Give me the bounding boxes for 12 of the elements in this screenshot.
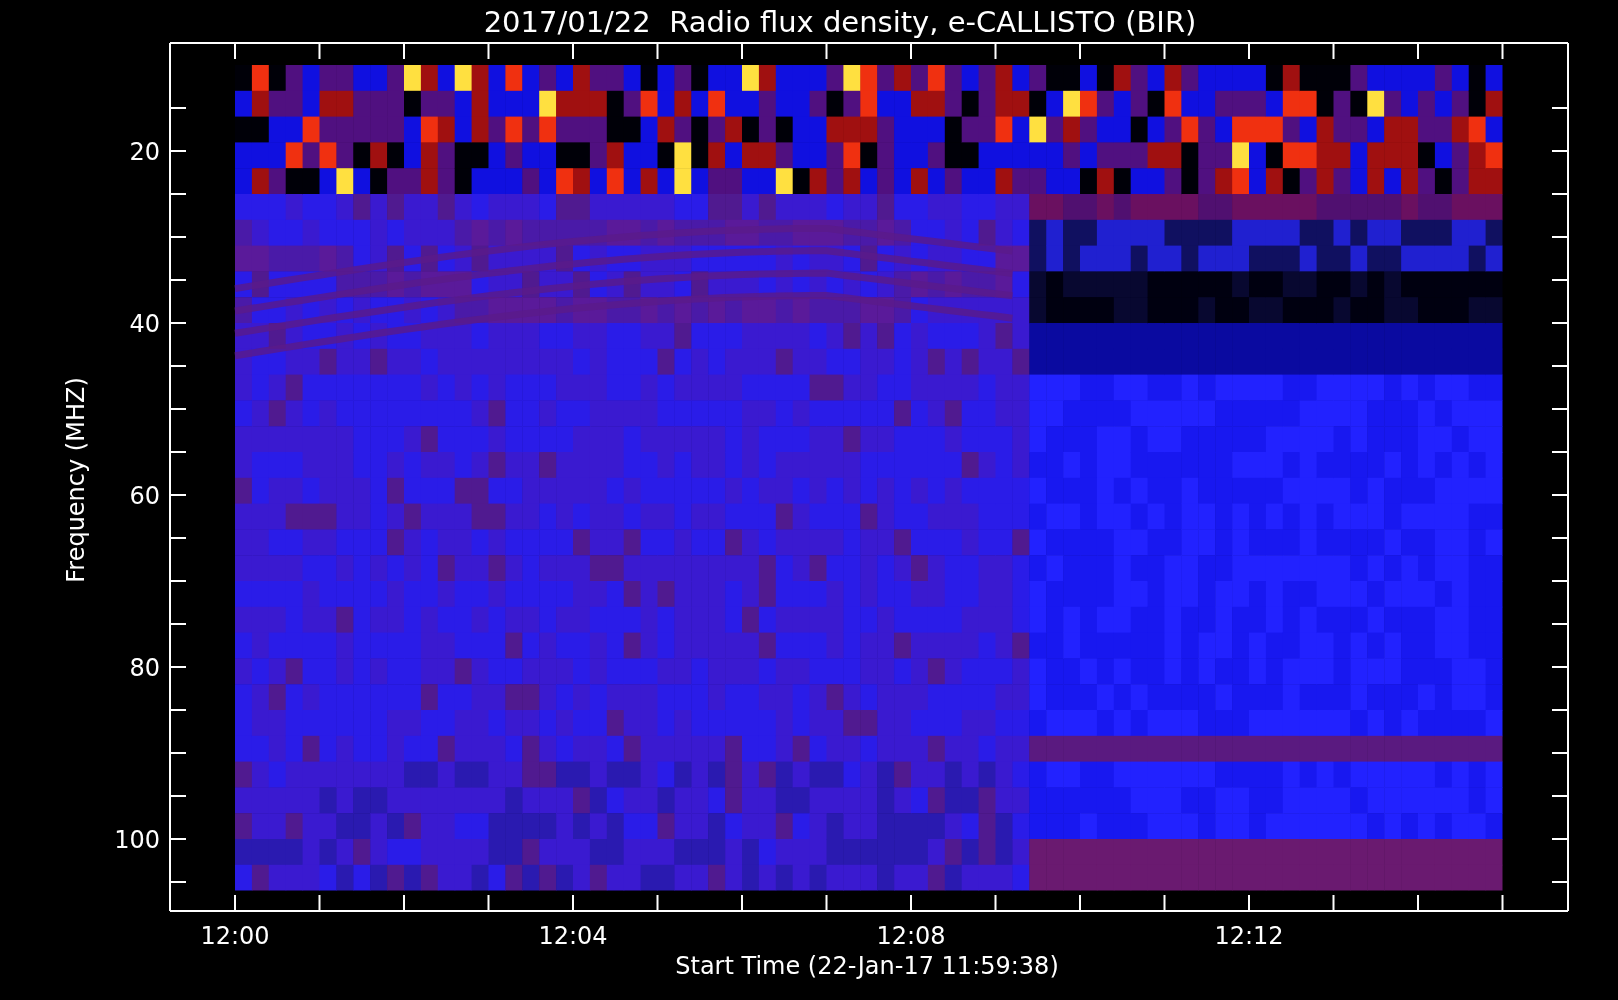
x-tick-label: 12:12 [1214, 922, 1284, 950]
y-tick-label: 20 [129, 138, 160, 166]
x-axis-label: Start Time (22-Jan-17 11:59:38) [675, 952, 1059, 980]
x-tick-label: 12:00 [200, 922, 270, 950]
y-tick-label: 100 [114, 826, 160, 854]
x-tick-label: 12:08 [876, 922, 946, 950]
y-tick-label: 60 [129, 482, 160, 510]
y-tick-label: 80 [129, 654, 160, 682]
chart-title: 2017/01/22 Radio flux density, e-CALLISTO (BIR) [483, 5, 1197, 39]
y-tick-label: 40 [129, 310, 160, 338]
y-axis-label: Frequency (MHZ) [62, 377, 90, 583]
x-tick-label: 12:04 [538, 922, 608, 950]
